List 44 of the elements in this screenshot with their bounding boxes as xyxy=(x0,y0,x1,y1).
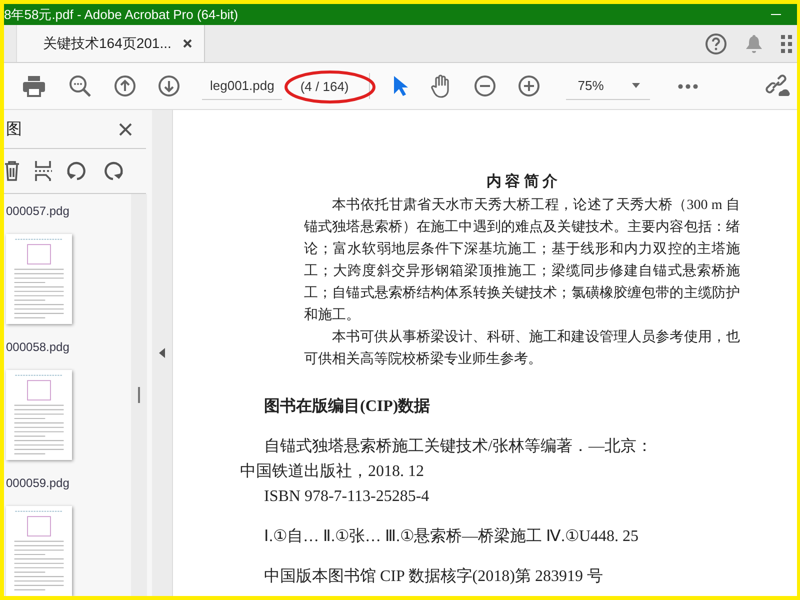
hand-icon[interactable] xyxy=(430,74,452,98)
next-page-icon[interactable] xyxy=(158,75,180,97)
close-icon[interactable] xyxy=(119,122,132,136)
trash-icon[interactable] xyxy=(4,161,20,181)
thumbnail-label[interactable]: 000057.pdg xyxy=(6,204,70,218)
help-icon[interactable] xyxy=(705,32,727,54)
catalog-line: ISBN 978-7-113-25285-4 xyxy=(264,487,430,507)
previous-page-icon[interactable] xyxy=(114,75,136,97)
paragraph: 本书可供从事桥梁设计、科研、施工和建设管理人员参考使用，也可供相关高等院校桥梁专业师生参考。 xyxy=(304,328,740,369)
file-name-field[interactable]: leg001.pdg xyxy=(202,72,282,100)
document-tab[interactable]: 关键技术164页201... xyxy=(16,25,206,62)
page-thumbnail[interactable] xyxy=(6,506,72,596)
panel-title: 图 xyxy=(6,120,22,140)
zoom-dropdown[interactable]: 75% xyxy=(566,72,650,100)
cip-heading: 图书在版编目(CIP)数据 xyxy=(264,397,432,417)
page-thumbnail[interactable] xyxy=(6,234,72,324)
window-title: 8年58元.pdf - Adobe Acrobat Pro (64-bit) xyxy=(4,6,240,24)
rotate-left-icon[interactable] xyxy=(66,160,88,182)
insert-page-icon[interactable] xyxy=(34,160,52,182)
collapse-arrow-icon[interactable] xyxy=(159,348,165,358)
catalog-line: 中国铁道出版社，2018. 12 xyxy=(240,462,425,482)
zoom-in-icon[interactable] xyxy=(518,75,540,97)
catalog-line: Ⅰ.①自… Ⅱ.①张… Ⅲ.①悬索桥—桥梁施工 Ⅳ.①U448. 25 xyxy=(264,527,640,547)
catalog-line: 中国版本图书馆 CIP 数据核字(2018)第 283919 号 xyxy=(264,567,604,587)
tab-label: 关键技术164页201... xyxy=(43,34,172,52)
page-thumbnail[interactable] xyxy=(6,370,72,460)
section-heading: 内 容 简 介 xyxy=(485,172,559,191)
link-cloud-icon[interactable] xyxy=(765,74,791,98)
page-count: (4 / 164) xyxy=(300,78,349,94)
paragraph: 本书依托甘肃省天水市天秀大桥工程，论述了天秀大桥（300 m 自锚式独塔悬索桥）在施工中遇到的难点及关键技术。主要内容包括：绪论；富水软弱地层条件下深基坑施工；基于线形和内力双控的主塔施工；大跨度斜交异形钢箱梁顶推施工；梁缆同步修建自锚式悬索桥施工；自锚式悬索桥结构体系转换关键技术；氯磺橡胶缠包带的主缆防护和施工。 xyxy=(304,196,740,325)
magnifier-icon[interactable] xyxy=(68,74,92,98)
caret-icon xyxy=(632,83,640,88)
thumbnail-label[interactable]: 000058.pdg xyxy=(6,340,70,354)
print-icon[interactable] xyxy=(22,75,46,97)
thumbnail-label[interactable]: 000059.pdg xyxy=(6,476,70,490)
zoom-out-icon[interactable] xyxy=(474,75,496,97)
scrollbar[interactable] xyxy=(131,194,147,596)
more-icon[interactable] xyxy=(678,84,698,88)
rotate-right-icon[interactable] xyxy=(102,160,124,182)
catalog-line: 自锚式独塔悬索桥施工关键技术/张林等编著．—北京： xyxy=(264,437,654,457)
close-icon[interactable] xyxy=(183,39,192,48)
zoom-value: 75% xyxy=(578,78,604,93)
grid-icon[interactable] xyxy=(781,34,793,52)
pointer-icon[interactable] xyxy=(392,75,408,97)
